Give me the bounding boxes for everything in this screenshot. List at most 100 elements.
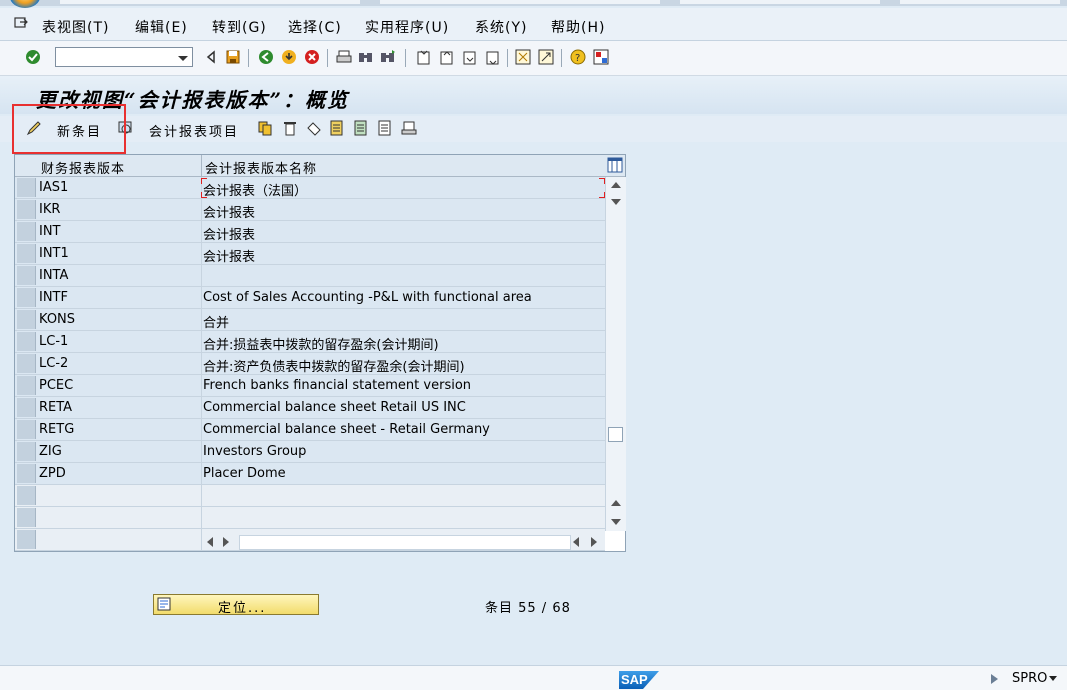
deselect-all-icon[interactable] [377,120,393,136]
cell-name[interactable]: Placer Dome [203,466,603,481]
row-selector[interactable] [17,508,36,527]
row-selector[interactable] [17,486,36,505]
row-selector[interactable] [17,442,36,461]
table-row[interactable]: IKR 会计报表 [15,199,605,221]
row-selector[interactable] [17,178,36,197]
last-page-icon[interactable] [484,49,500,65]
scroll-thumb[interactable] [608,427,623,442]
scroll-right-end-icon[interactable] [591,537,597,547]
system-info[interactable]: SPRO [1012,671,1047,686]
table-row[interactable]: LC-1 合并:损益表中拨款的留存盈余(会计期间) [15,331,605,353]
menu-system[interactable]: 系统(Y) [475,17,527,37]
undo-change-icon[interactable] [306,120,322,136]
row-selector[interactable] [17,200,36,219]
row-selector[interactable] [17,288,36,307]
find-icon[interactable] [358,49,374,65]
back-green-icon[interactable] [258,49,274,65]
row-selector[interactable] [17,310,36,329]
first-page-icon[interactable] [415,49,431,65]
print-icon[interactable] [336,49,352,65]
cell-name[interactable]: 会计报表 [203,246,603,265]
table-row[interactable]: RETG Commercial balance sheet - Retail Ge… [15,419,605,441]
row-selector[interactable] [17,464,36,483]
row-selector[interactable] [17,354,36,373]
menu-goto[interactable]: 转到(G) [212,17,267,37]
previous-page-icon[interactable] [438,49,454,65]
scroll-page-up-icon[interactable] [611,500,621,506]
table-row-empty[interactable] [15,485,605,507]
vertical-scrollbar[interactable] [605,177,626,531]
select-all-icon[interactable] [329,120,345,136]
enter-check-icon[interactable] [25,49,41,65]
cell-name[interactable]: French banks financial statement version [203,378,603,393]
cell-name[interactable]: Investors Group [203,444,603,459]
cell-name[interactable]: 会计报表 [203,224,603,243]
table-row[interactable]: LC-2 合并:资产负债表中拨款的留存盈余(会计期间) [15,353,605,375]
table-row-empty[interactable] [15,507,605,529]
exit-icon[interactable] [281,49,297,65]
cancel-icon[interactable] [304,49,320,65]
table-row[interactable]: IAS1 会计报表（法国） [15,177,605,199]
table-row[interactable]: PCEC French banks financial statement ver… [15,375,605,397]
row-selector[interactable] [17,420,36,439]
status-toggle-icon[interactable] [991,674,998,684]
back-arrow-icon[interactable] [203,49,219,65]
row-selector[interactable] [17,332,36,351]
select-block-icon[interactable] [353,120,369,136]
locate-button[interactable]: 定位... [153,594,319,616]
cell-name[interactable]: 会计报表 [203,202,603,221]
next-page-icon[interactable] [461,49,477,65]
cell-name[interactable]: Cost of Sales Accounting -P&L with funct… [203,290,603,305]
row-selector[interactable] [17,398,36,417]
chevron-down-icon[interactable] [1049,676,1057,681]
column-header-name[interactable]: 会计报表版本名称 [205,158,317,177]
menu-help[interactable]: 帮助(H) [551,17,605,37]
horizontal-scroll-thumb[interactable] [239,535,571,550]
cell-name[interactable]: Commercial balance sheet - Retail German… [203,422,603,437]
cell-name[interactable]: Commercial balance sheet Retail US INC [203,400,603,415]
row-selector[interactable] [17,376,36,395]
menu-utilities[interactable]: 实用程序(U) [365,17,449,37]
menu-selection[interactable]: 选择(C) [288,17,342,37]
menu-edit[interactable]: 编辑(E) [135,17,188,37]
menu-table-view[interactable]: 表视图(T) [42,17,109,37]
table-row[interactable]: KONS 合并 [15,309,605,331]
row-selector[interactable] [17,244,36,263]
table-row[interactable]: INTF Cost of Sales Accounting -P&L with f… [15,287,605,309]
cell-name[interactable]: 合并:资产负债表中拨款的留存盈余(会计期间) [203,356,603,375]
shortcut-icon[interactable] [538,49,554,65]
find-next-icon[interactable] [380,49,396,65]
new-session-icon[interactable] [515,49,531,65]
delete-icon[interactable] [282,120,298,136]
cell-name[interactable]: 合并 [203,312,603,331]
table-row[interactable]: ZIG Investors Group [15,441,605,463]
table-row[interactable]: INTA [15,265,605,287]
fs-items-button[interactable]: 会计报表项目 [149,121,239,140]
save-icon[interactable] [225,49,241,65]
copy-icon[interactable] [257,120,273,136]
row-selector[interactable] [17,530,36,549]
table-row[interactable]: INT1 会计报表 [15,243,605,265]
scroll-page-down-icon[interactable] [611,519,621,525]
horizontal-scrollbar[interactable] [201,533,605,551]
scroll-left-icon[interactable] [207,537,213,547]
table-row[interactable]: ZPD Placer Dome [15,463,605,485]
row-selector[interactable] [17,222,36,241]
cell-name[interactable]: 合并:损益表中拨款的留存盈余(会计期间) [203,334,603,353]
print-list-icon[interactable] [401,120,417,136]
row-selector[interactable] [17,266,36,285]
scroll-up-icon[interactable] [611,182,621,188]
scroll-left-end-icon[interactable] [573,537,579,547]
layout-menu-icon[interactable] [593,49,609,65]
command-field[interactable] [55,47,193,67]
chevron-down-icon[interactable] [178,56,188,61]
column-header-version[interactable]: 财务报表版本 [41,158,125,177]
menu-icon[interactable] [14,17,28,29]
table-row[interactable]: INT 会计报表 [15,221,605,243]
cell-name[interactable]: 会计报表（法国） [203,180,603,199]
table-settings-icon[interactable] [607,157,623,173]
scroll-right-icon[interactable] [223,537,229,547]
scroll-down-icon[interactable] [611,199,621,205]
table-row[interactable]: RETA Commercial balance sheet Retail US I… [15,397,605,419]
help-icon[interactable]: ? [570,49,586,65]
